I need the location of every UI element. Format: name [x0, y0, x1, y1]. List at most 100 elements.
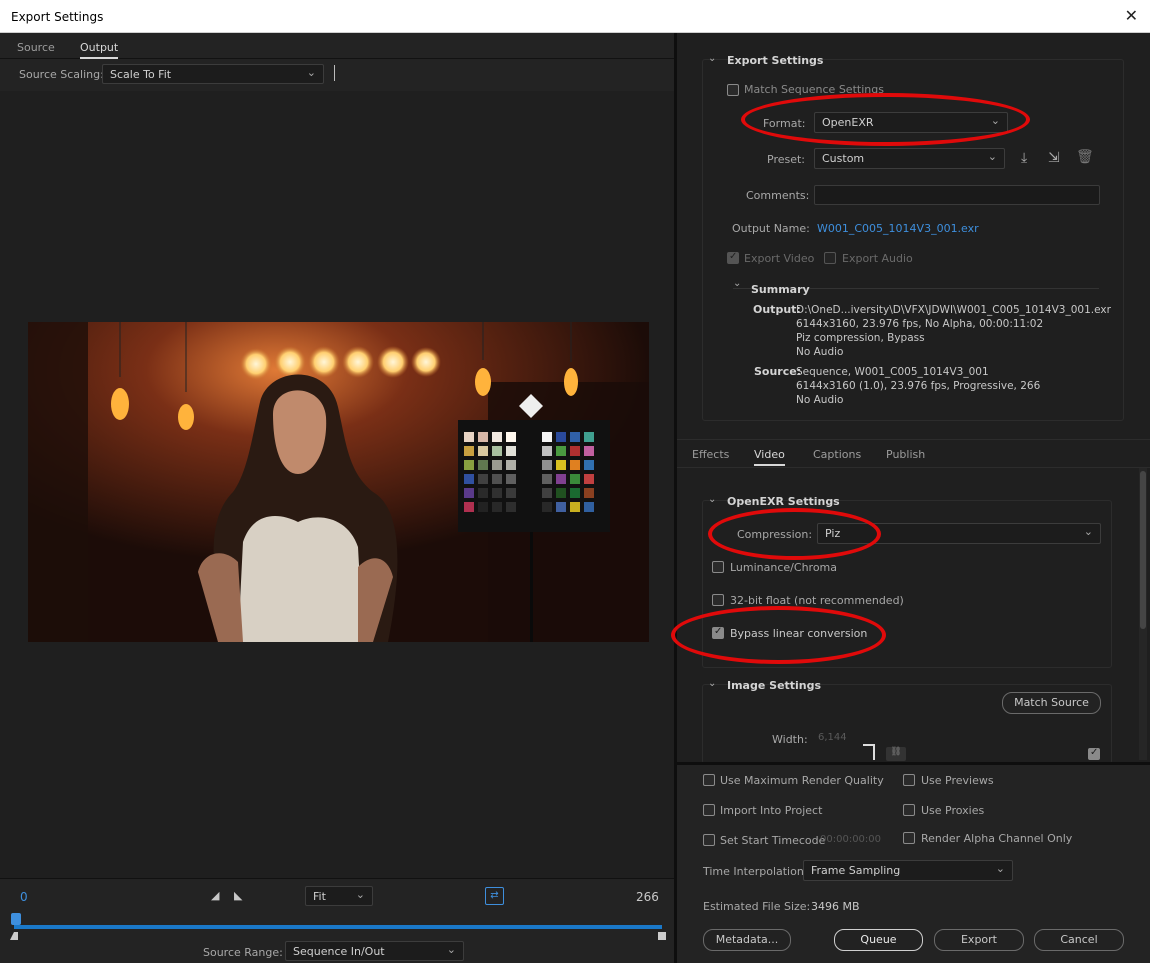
summary-source-lines: Sequence, W001_C005_1014V3_001 6144x3160… [796, 366, 1041, 406]
import-into-project-label: Import Into Project [720, 804, 823, 817]
source-scaling-value: Scale To Fit [110, 68, 172, 81]
close-icon[interactable]: ✕ [1125, 6, 1138, 25]
luminance-chroma-checkbox[interactable] [712, 561, 724, 573]
video-preview [28, 322, 649, 642]
summary-output-lines: D:\OneD...iversity\D\VFX\JDWI\W001_C005_… [796, 304, 1111, 358]
start-timecode-checkbox[interactable] [703, 834, 715, 846]
chevron-down-icon: ⌄ [995, 862, 1005, 875]
width-label: Width: [772, 733, 808, 746]
time-interpolation-dropdown[interactable]: Frame Sampling ⌄ [803, 860, 1013, 881]
output-name-label: Output Name: [732, 222, 810, 235]
float32-label: 32-bit float (not recommended) [730, 594, 904, 607]
max-render-quality-checkbox[interactable] [703, 774, 715, 786]
source-scaling-label: Source Scaling: [19, 68, 104, 81]
export-button[interactable]: Export [934, 929, 1024, 951]
float32-checkbox[interactable] [712, 594, 724, 606]
annotation-circle-compression [708, 508, 881, 560]
use-previews-checkbox[interactable] [903, 774, 915, 786]
step-forward-icon[interactable]: ◣ [234, 889, 242, 902]
export-video-checkbox[interactable] [727, 251, 739, 264]
in-point-marker[interactable] [10, 932, 18, 940]
preview-area [0, 91, 675, 909]
preset-dropdown[interactable]: Custom ⌄ [814, 148, 1005, 169]
chevron-down-icon: ⌄ [306, 66, 316, 79]
collapse-chevron-icon[interactable]: ⌄ [708, 678, 716, 689]
timeline-start: 0 [20, 890, 28, 904]
resize-checkbox[interactable] [1088, 747, 1100, 760]
time-interpolation-value: Frame Sampling [811, 864, 901, 877]
tab-output[interactable]: Output [80, 41, 119, 59]
output-name-link[interactable]: W001_C005_1014V3_001.exr [817, 222, 979, 235]
divider [334, 65, 335, 81]
timeline-range-bar[interactable] [14, 925, 662, 929]
export-audio-checkbox[interactable] [824, 252, 836, 264]
title-bar: Export Settings ✕ [0, 0, 1150, 33]
source-range-dropdown[interactable]: Sequence In/Out ⌄ [285, 941, 464, 961]
playhead-handle[interactable] [11, 913, 21, 925]
max-render-quality-label: Use Maximum Render Quality [720, 774, 884, 787]
start-timecode-label: Set Start Timecode [720, 834, 826, 847]
export-audio-label: Export Audio [842, 252, 913, 265]
out-point-marker[interactable] [658, 932, 666, 940]
chevron-down-icon: ⌄ [446, 943, 456, 956]
link-bracket [863, 744, 875, 760]
step-back-icon[interactable]: ◢ [211, 889, 219, 902]
metadata-button[interactable]: Metadata... [703, 929, 791, 951]
tabs-top-divider [677, 439, 1150, 440]
use-proxies-label: Use Proxies [921, 804, 985, 817]
collapse-chevron-icon[interactable]: ⌄ [708, 53, 716, 64]
queue-button[interactable]: Queue [834, 929, 923, 951]
right-panel: ⌄ Export Settings Match Sequence Setting… [677, 33, 1150, 963]
chevron-down-icon: ⌄ [1083, 525, 1093, 538]
timeline-end: 266 [636, 890, 659, 904]
annotation-circle-bypass [671, 606, 886, 664]
tab-video[interactable]: Video [754, 448, 785, 466]
delete-preset-icon[interactable]: 🗑 [1076, 149, 1094, 165]
render-alpha-label: Render Alpha Channel Only [921, 832, 1073, 845]
match-sequence-checkbox[interactable] [727, 84, 739, 96]
tab-publish[interactable]: Publish [886, 448, 925, 461]
collapse-chevron-icon[interactable]: ⌄ [708, 494, 716, 505]
source-scaling-dropdown[interactable]: Scale To Fit ⌄ [102, 64, 324, 84]
timeline-panel: 0 ◢ ◣ Fit ⌄ ⇄ 266 Source Range: Sequence… [0, 878, 675, 963]
start-timecode-value[interactable]: 00:00:00:00 [820, 834, 881, 845]
summary-source-label: Source: [754, 365, 802, 378]
export-video-label: Export Video [744, 252, 815, 265]
preset-value: Custom [822, 152, 865, 165]
render-alpha-checkbox[interactable] [903, 832, 915, 844]
match-source-button[interactable]: Match Source [1002, 692, 1101, 714]
save-preset-icon[interactable]: ⤓ [1021, 150, 1027, 166]
openexr-settings-header: OpenEXR Settings [727, 495, 840, 508]
chevron-down-icon: ⌄ [987, 150, 997, 163]
use-previews-label: Use Previews [921, 774, 994, 787]
preview-frame-image [28, 322, 649, 642]
aspect-toggle-icon[interactable]: ⇄ [485, 887, 504, 905]
image-settings-header: Image Settings [727, 679, 822, 692]
zoom-fit-dropdown[interactable]: Fit ⌄ [305, 886, 373, 906]
import-preset-icon[interactable]: ⇲ [1048, 150, 1060, 166]
comments-label: Comments: [746, 189, 810, 202]
chain-link-icon[interactable]: ⛓ [886, 747, 906, 761]
source-output-tabs: Source Output [0, 33, 675, 59]
estimated-file-size-value: 3496 MB [811, 900, 860, 913]
tab-captions[interactable]: Captions [813, 448, 861, 461]
use-proxies-checkbox[interactable] [903, 804, 915, 816]
comments-input[interactable] [814, 185, 1100, 205]
luminance-chroma-label: Luminance/Chroma [730, 561, 838, 574]
width-value[interactable]: 6,144 [818, 732, 847, 743]
preset-label: Preset: [767, 153, 806, 166]
zoom-fit-value: Fit [313, 890, 326, 903]
estimated-file-size-label: Estimated File Size: [703, 900, 811, 913]
window-title: Export Settings [11, 10, 104, 24]
tabs-bottom-divider [677, 467, 1150, 468]
left-panel: Source Output Source Scaling: Scale To F… [0, 33, 675, 963]
annotation-circle-format [741, 93, 1030, 146]
tab-effects[interactable]: Effects [692, 448, 729, 461]
source-range-label: Source Range: [203, 946, 283, 959]
import-into-project-checkbox[interactable] [703, 804, 715, 816]
cancel-button[interactable]: Cancel [1034, 929, 1124, 951]
summary-chevron-icon[interactable]: ⌄ [733, 278, 741, 289]
tab-source[interactable]: Source [17, 41, 55, 54]
summary-header: Summary [751, 283, 810, 296]
scrollbar-thumb[interactable] [1140, 471, 1146, 629]
